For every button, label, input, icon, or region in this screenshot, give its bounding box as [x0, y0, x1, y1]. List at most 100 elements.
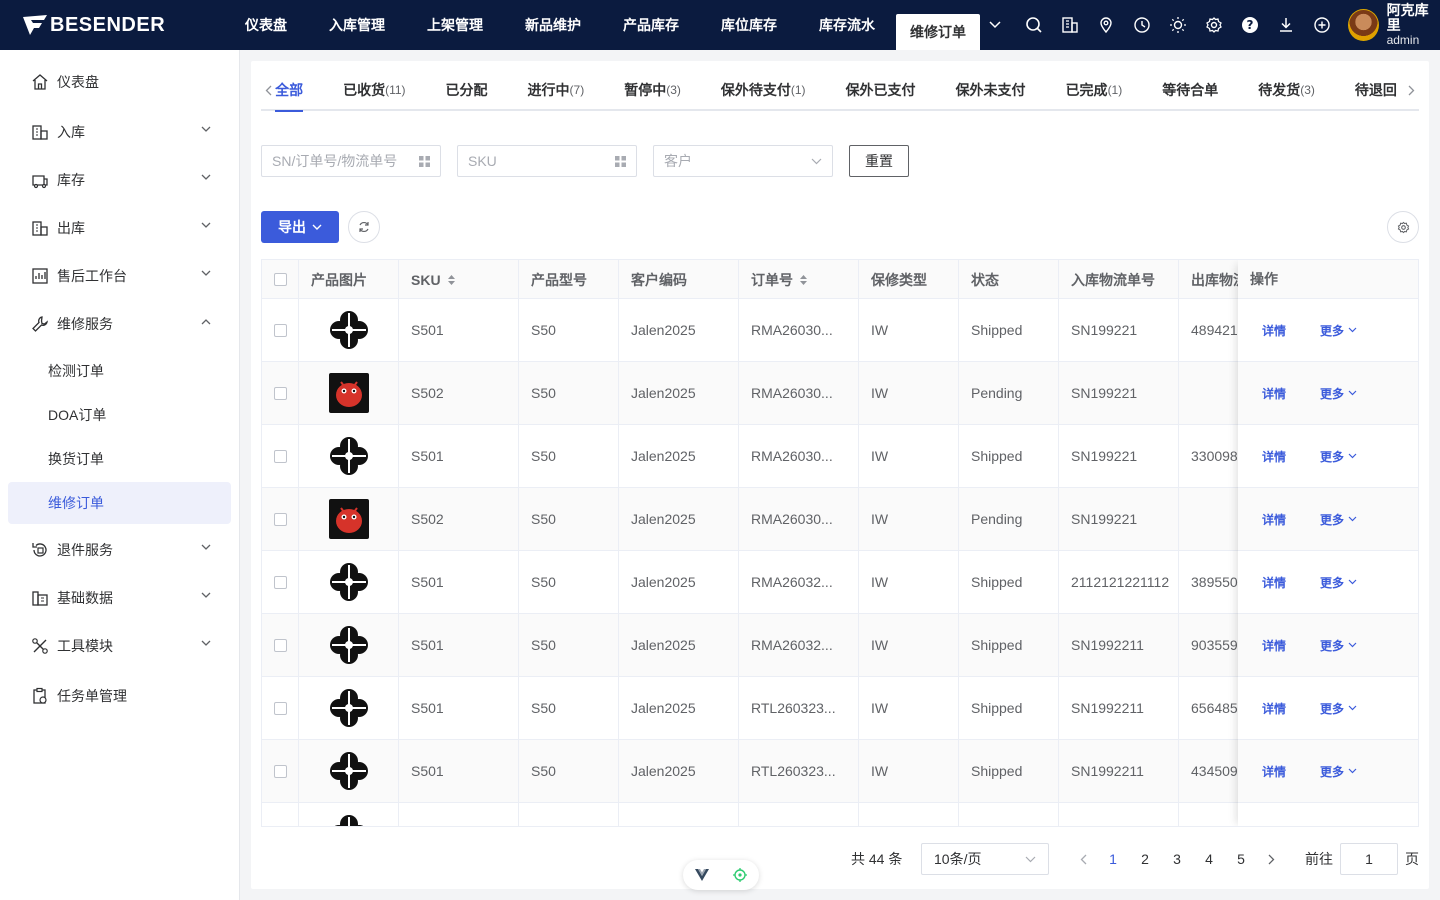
- more-dropdown[interactable]: 更多: [1320, 763, 1357, 780]
- sidebar-sub-repair-orders[interactable]: 维修订单: [8, 482, 231, 524]
- export-button[interactable]: 导出: [261, 211, 339, 243]
- tab-assigned[interactable]: 已分配: [426, 70, 508, 110]
- search-icon[interactable]: [1016, 0, 1052, 50]
- topnav-inbound[interactable]: 入库管理: [308, 0, 406, 50]
- product-image[interactable]: [299, 362, 399, 424]
- more-dropdown[interactable]: 更多: [1320, 322, 1357, 339]
- page-size-select[interactable]: 10条/页: [921, 843, 1049, 875]
- add-circle-icon[interactable]: [1304, 0, 1340, 50]
- customer-select[interactable]: 客户: [653, 145, 833, 177]
- tab-oow-pending-payment[interactable]: 保外待支付 (1): [701, 70, 826, 110]
- page-4[interactable]: 4: [1193, 851, 1225, 867]
- sidebar-sub-exchange-orders[interactable]: 换货订单: [8, 438, 231, 480]
- detail-link[interactable]: 详情: [1262, 700, 1286, 717]
- sidebar-item-tasks[interactable]: 任务单管理: [8, 675, 231, 717]
- product-image[interactable]: [299, 299, 399, 361]
- topnav-location-stock[interactable]: 库位库存: [700, 0, 798, 50]
- sun-icon[interactable]: [1160, 0, 1196, 50]
- tab-awaiting-merge[interactable]: 等待合单: [1142, 70, 1238, 110]
- page-3[interactable]: 3: [1161, 851, 1193, 867]
- row-checkbox[interactable]: [274, 638, 287, 652]
- column-settings-button[interactable]: [1387, 211, 1419, 243]
- product-image[interactable]: [299, 551, 399, 613]
- tabs-next-chevron-icon[interactable]: [1405, 85, 1419, 96]
- product-image[interactable]: [299, 488, 399, 550]
- sn-search-input[interactable]: SN/订单号/物流单号: [261, 145, 441, 177]
- more-dropdown[interactable]: 更多: [1320, 511, 1357, 528]
- detail-link[interactable]: 详情: [1262, 385, 1286, 402]
- sidebar-item-returns[interactable]: 退件服务: [8, 529, 231, 571]
- prev-page-chevron-icon[interactable]: [1069, 854, 1097, 865]
- tab-paused[interactable]: 暂停中 (3): [604, 70, 701, 110]
- location-pin-icon[interactable]: [1088, 0, 1124, 50]
- reset-button[interactable]: 重置: [849, 145, 909, 177]
- help-icon[interactable]: ?: [1232, 0, 1268, 50]
- col-order[interactable]: 订单号: [739, 260, 859, 299]
- tab-to-ship[interactable]: 待发货 (3): [1238, 70, 1335, 110]
- row-checkbox[interactable]: [274, 701, 287, 715]
- detail-link[interactable]: 详情: [1262, 448, 1286, 465]
- sidebar-sub-inspection-orders[interactable]: 检测订单: [8, 350, 231, 392]
- row-checkbox[interactable]: [274, 512, 287, 526]
- topnav-stock-flow[interactable]: 库存流水: [798, 0, 896, 50]
- sidebar-item-dashboard[interactable]: 仪表盘: [8, 61, 231, 103]
- more-dropdown[interactable]: 更多: [1320, 637, 1357, 654]
- sidebar-item-basedata[interactable]: 基础数据: [8, 577, 231, 619]
- topnav-product-stock[interactable]: 产品库存: [602, 0, 700, 50]
- sku-search-input[interactable]: SKU: [457, 145, 637, 177]
- detail-link[interactable]: 详情: [1262, 511, 1286, 528]
- topnav-new-products[interactable]: 新品维护: [504, 0, 602, 50]
- row-checkbox[interactable]: [274, 764, 287, 778]
- sidebar-item-repair[interactable]: 维修服务: [8, 303, 231, 345]
- row-checkbox[interactable]: [274, 386, 287, 400]
- more-dropdown[interactable]: 更多: [1320, 448, 1357, 465]
- product-image[interactable]: [299, 740, 399, 802]
- sidebar-item-inbound[interactable]: 入库: [8, 111, 231, 153]
- detail-link[interactable]: 详情: [1262, 763, 1286, 780]
- sidebar-item-inventory[interactable]: 库存: [8, 159, 231, 201]
- building-icon[interactable]: [1052, 0, 1088, 50]
- tab-received[interactable]: 已收货 (11): [323, 70, 425, 110]
- detail-link[interactable]: 详情: [1262, 322, 1286, 339]
- col-sku[interactable]: SKU: [399, 260, 519, 299]
- goto-page-input[interactable]: 1: [1340, 843, 1398, 875]
- download-icon[interactable]: [1268, 0, 1304, 50]
- tab-oow-unpaid[interactable]: 保外未支付: [936, 70, 1046, 110]
- user-menu[interactable]: 阿克库里 admin: [1347, 2, 1440, 48]
- sidebar-sub-doa-orders[interactable]: DOA订单: [8, 394, 231, 436]
- tab-all[interactable]: 全部: [275, 70, 323, 112]
- tab-in-progress[interactable]: 进行中 (7): [508, 70, 605, 110]
- topnav-dashboard[interactable]: 仪表盘: [231, 0, 308, 50]
- vue-logo-icon[interactable]: [695, 869, 709, 881]
- product-image[interactable]: [299, 677, 399, 739]
- topnav-repair-orders[interactable]: 维修订单: [895, 14, 980, 50]
- more-dropdown[interactable]: 更多: [1320, 385, 1357, 402]
- tab-oow-paid[interactable]: 保外已支付: [826, 70, 936, 110]
- nav-more-chevron-icon[interactable]: [980, 0, 1010, 50]
- page-2[interactable]: 2: [1129, 851, 1161, 867]
- page-5[interactable]: 5: [1225, 851, 1257, 867]
- product-image[interactable]: [299, 425, 399, 487]
- detail-link[interactable]: 详情: [1262, 637, 1286, 654]
- topnav-putaway[interactable]: 上架管理: [406, 0, 504, 50]
- tabs-prev-chevron-icon[interactable]: [261, 85, 275, 96]
- product-image[interactable]: [299, 803, 399, 826]
- clock-icon[interactable]: [1124, 0, 1160, 50]
- product-image[interactable]: [299, 614, 399, 676]
- more-dropdown[interactable]: 更多: [1320, 700, 1357, 717]
- tab-completed[interactable]: 已完成 (1): [1046, 70, 1143, 110]
- page-1[interactable]: 1: [1097, 851, 1129, 867]
- detail-link[interactable]: 详情: [1262, 574, 1286, 591]
- next-page-chevron-icon[interactable]: [1257, 854, 1285, 865]
- more-dropdown[interactable]: 更多: [1320, 574, 1357, 591]
- select-all-checkbox[interactable]: [274, 273, 287, 286]
- refresh-button[interactable]: [348, 211, 380, 243]
- crosshair-icon[interactable]: [733, 868, 747, 882]
- sidebar-item-aftersales[interactable]: 售后工作台: [8, 255, 231, 297]
- sidebar-item-outbound[interactable]: 出库: [8, 207, 231, 249]
- brand-logo[interactable]: BESENDER: [0, 0, 231, 50]
- row-checkbox[interactable]: [274, 449, 287, 463]
- tab-to-return[interactable]: 待退回: [1335, 70, 1405, 110]
- row-checkbox[interactable]: [274, 575, 287, 589]
- row-checkbox[interactable]: [274, 323, 287, 337]
